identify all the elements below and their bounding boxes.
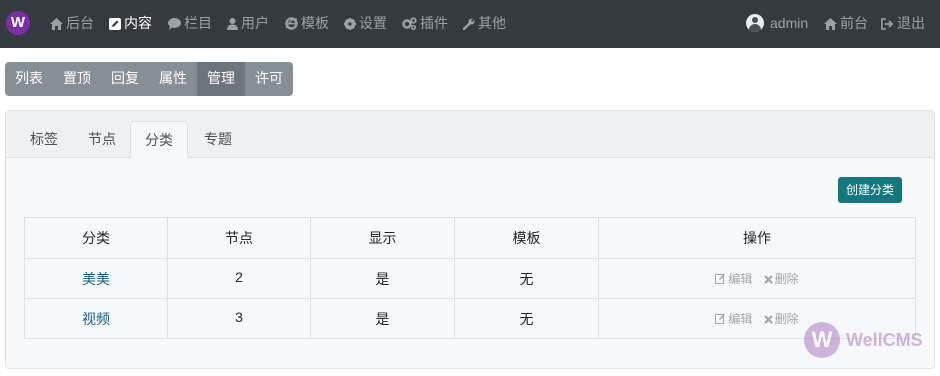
edit-label: 编辑 — [728, 312, 753, 326]
node-count: 2 — [167, 258, 311, 299]
nav-item-label: 退出 — [897, 15, 925, 31]
nav-item-label: 内容 — [124, 15, 152, 31]
nav-item-users[interactable]: 用户 — [227, 0, 269, 48]
nav-item-label: 后台 — [66, 15, 94, 31]
nav-item-label: 栏目 — [184, 15, 212, 31]
edit-icon — [715, 314, 726, 324]
delete-action[interactable]: 删除 — [763, 272, 799, 286]
nav-item-label: 模板 — [301, 15, 329, 31]
nav-item-label: 设置 — [359, 15, 387, 31]
card-header: 标签 节点 分类 专题 — [6, 111, 934, 158]
category-card: 标签 节点 分类 专题 创建分类 分类 节点 显示 模板 操作 美美 2 是 无… — [5, 110, 935, 369]
wrench-icon — [462, 18, 475, 31]
close-icon — [763, 275, 773, 284]
table-row: 视频 3 是 无 编辑 删除 — [24, 298, 916, 339]
edit-action[interactable]: 编辑 — [715, 272, 752, 286]
home-icon — [824, 18, 837, 30]
permission-button[interactable]: 许可 — [245, 62, 293, 96]
nav-item-logout[interactable]: 退出 — [881, 0, 925, 48]
table-row: 美美 2 是 无 编辑 删除 — [24, 258, 916, 299]
nav-item-label: 其他 — [478, 15, 506, 31]
manage-button[interactable]: 管理 — [197, 62, 245, 96]
display-value: 是 — [310, 258, 455, 299]
category-name-link[interactable]: 视频 — [24, 298, 168, 339]
watermark-logo-icon: W — [804, 322, 840, 358]
list-button[interactable]: 列表 — [5, 62, 53, 96]
cogs-icon — [402, 17, 417, 31]
delete-label: 删除 — [774, 272, 799, 286]
gear-icon — [344, 18, 356, 30]
content-button-group: 列表 置顶 回复 属性 管理 许可 — [5, 62, 293, 96]
node-count: 3 — [167, 298, 311, 339]
attribute-button[interactable]: 属性 — [149, 62, 197, 96]
nav-item-label: 用户 — [241, 15, 269, 31]
user-name: admin — [770, 15, 809, 31]
nav-item-templates[interactable]: 模板 — [285, 0, 329, 48]
comment-icon — [168, 18, 181, 30]
category-table: 分类 节点 显示 模板 操作 美美 2 是 无 编辑 删除 视频 3 是 无 编… — [24, 217, 916, 339]
delete-label: 删除 — [774, 312, 799, 326]
watermark-text: WellCMS — [846, 330, 923, 350]
tab-tags[interactable]: 标签 — [16, 121, 72, 158]
home-icon — [50, 18, 63, 30]
display-value: 是 — [310, 298, 455, 339]
column-header: 操作 — [598, 217, 916, 259]
top-navbar: W 后台 内容 栏目 用户 模板 设置 插件 其他 admin 前台 退出 — [0, 0, 940, 48]
logo[interactable]: W — [6, 11, 30, 35]
nav-item-content[interactable]: 内容 — [109, 0, 152, 48]
template-value: 无 — [454, 298, 599, 339]
edit-icon — [109, 18, 121, 30]
reply-button[interactable]: 回复 — [101, 62, 149, 96]
column-header: 节点 — [167, 217, 311, 259]
tab-topics[interactable]: 专题 — [190, 121, 246, 158]
template-value: 无 — [454, 258, 599, 299]
nav-item-backend[interactable]: 后台 — [50, 0, 94, 48]
nav-item-label: 插件 — [420, 15, 448, 31]
table-header-row: 分类 节点 显示 模板 操作 — [24, 217, 916, 259]
sign-out-icon — [881, 18, 894, 30]
column-header: 分类 — [24, 217, 168, 259]
nav-item-settings[interactable]: 设置 — [344, 0, 387, 48]
edit-label: 编辑 — [728, 272, 753, 286]
avatar-icon — [746, 14, 764, 32]
category-name-link[interactable]: 美美 — [24, 258, 168, 299]
nav-item-label: 前台 — [840, 15, 868, 31]
column-header: 显示 — [310, 217, 455, 259]
row-actions: 编辑 删除 — [598, 258, 916, 299]
edit-icon — [715, 274, 726, 284]
nav-item-columns[interactable]: 栏目 — [168, 0, 212, 48]
create-category-button[interactable]: 创建分类 — [838, 177, 902, 203]
ie-icon — [285, 17, 298, 30]
user-menu[interactable]: admin — [746, 0, 808, 48]
sticky-button[interactable]: 置顶 — [53, 62, 101, 96]
nav-item-frontend[interactable]: 前台 — [824, 0, 868, 48]
delete-action[interactable]: 删除 — [763, 312, 799, 326]
tab-categories[interactable]: 分类 — [130, 121, 188, 158]
user-icon — [227, 18, 238, 30]
column-header: 模板 — [454, 217, 599, 259]
close-icon — [763, 315, 773, 324]
nav-item-other[interactable]: 其他 — [462, 0, 506, 48]
edit-action[interactable]: 编辑 — [715, 312, 752, 326]
tab-nodes[interactable]: 节点 — [74, 121, 130, 158]
nav-item-plugins[interactable]: 插件 — [402, 0, 448, 48]
